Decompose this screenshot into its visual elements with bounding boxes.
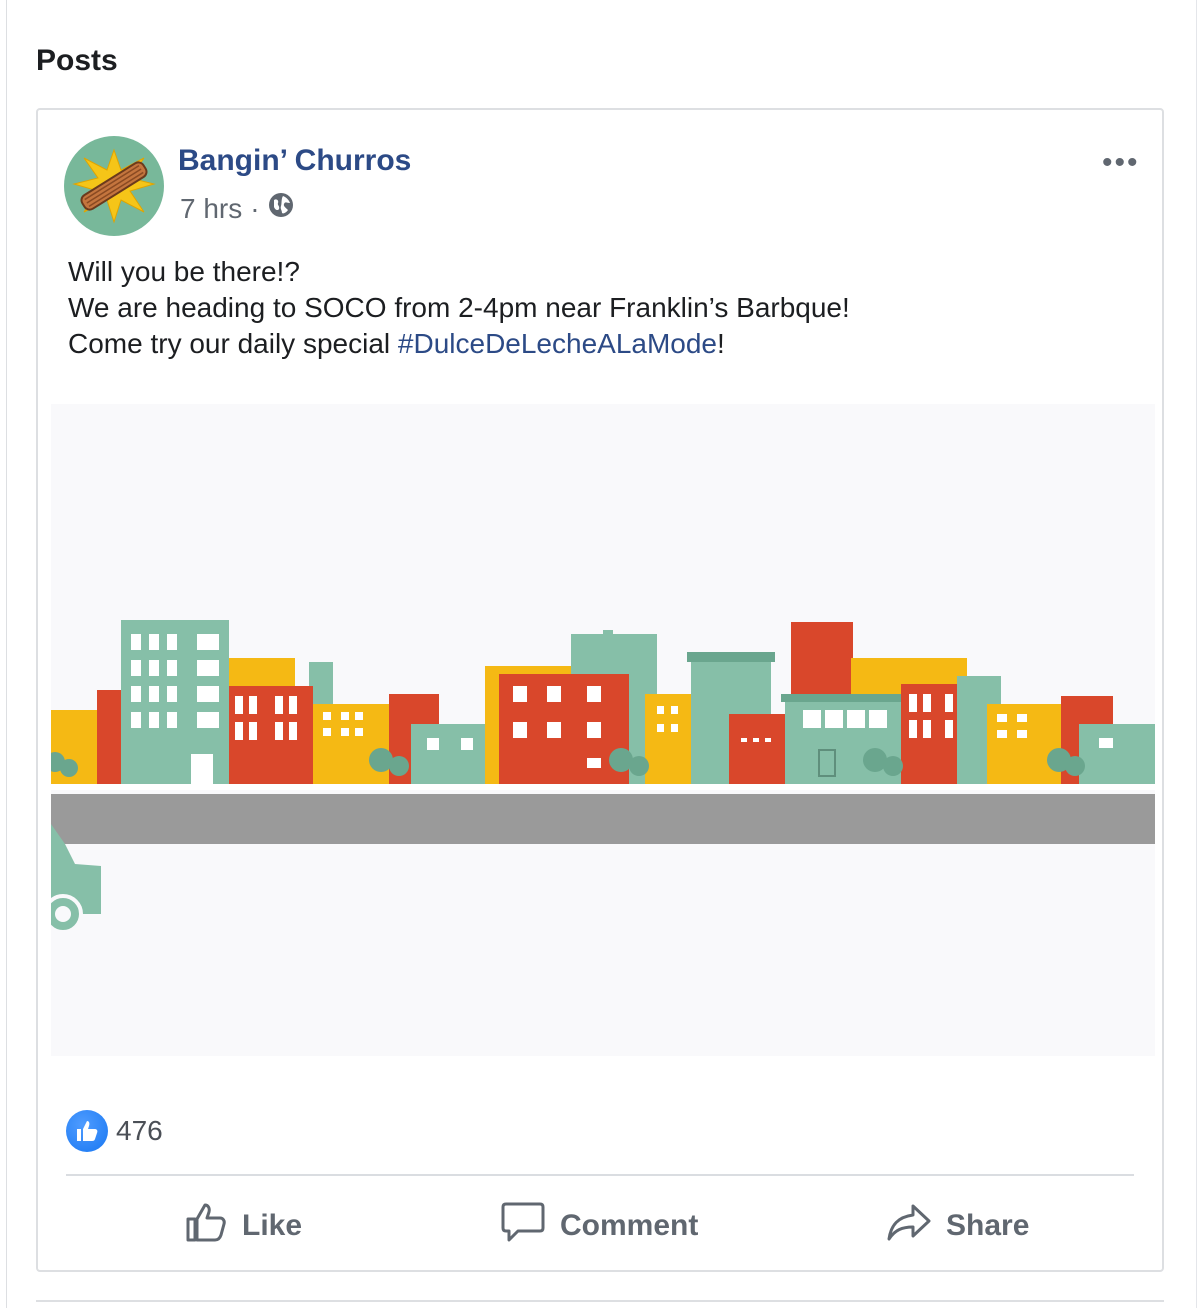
hashtag-link[interactable]: #DulceDeLecheALaMode	[398, 328, 717, 359]
post-text-suffix: !	[717, 328, 725, 359]
section-title: Posts	[36, 44, 118, 77]
reactions-summary[interactable]: 476	[66, 1110, 163, 1152]
post-text-line: Will you be there!?	[68, 256, 300, 287]
meta-separator: ·	[250, 192, 260, 224]
post-image[interactable]	[43, 404, 1155, 1056]
comment-button[interactable]: Comment	[500, 1198, 698, 1254]
comment-label: Comment	[560, 1209, 699, 1242]
bottom-divider	[36, 1300, 1164, 1302]
left-border	[6, 0, 7, 1308]
share-label: Share	[946, 1209, 1030, 1242]
action-divider	[66, 1174, 1134, 1176]
post-text-prefix: Come try our daily special	[68, 328, 398, 359]
post-text: Will you be there!? We are heading to SO…	[68, 254, 850, 362]
post-meta: 7 hrs ·	[180, 192, 294, 225]
post-time[interactable]: 7 hrs	[180, 193, 242, 225]
globe-icon	[268, 192, 294, 225]
post-text-line: We are heading to SOCO from 2-4pm near F…	[68, 292, 850, 323]
reaction-count: 476	[116, 1115, 163, 1146]
thumbs-up-icon	[184, 1200, 228, 1252]
comment-icon	[500, 1200, 546, 1252]
share-button[interactable]: Share	[886, 1198, 1029, 1254]
like-label: Like	[242, 1209, 303, 1242]
more-options-icon[interactable]: •••	[1102, 146, 1140, 180]
author-avatar[interactable]	[64, 136, 164, 236]
churro-logo	[72, 148, 156, 224]
like-reaction-icon	[66, 1110, 108, 1152]
share-arrow-icon	[886, 1200, 932, 1252]
right-border	[1196, 0, 1197, 1308]
post-text-line: Come try our daily special #DulceDeLeche…	[68, 326, 850, 362]
city-street-illustration	[43, 620, 1155, 934]
author-name[interactable]: Bangin’ Churros	[178, 144, 411, 178]
like-button[interactable]: Like	[184, 1198, 302, 1254]
